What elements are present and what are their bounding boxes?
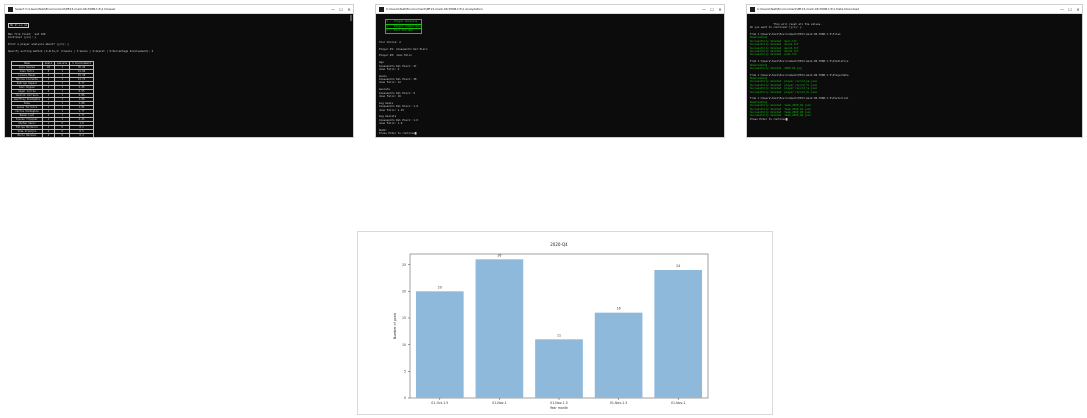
bar-value-label: 11 xyxy=(557,333,561,337)
chart-title: 2020-Q4 xyxy=(550,242,568,247)
minimize-button[interactable]: — xyxy=(329,7,337,12)
table-cell: 0.4 xyxy=(69,133,94,137)
console-line: Specify sorting method (1:Alfa,2: 2:Goal… xyxy=(8,49,154,53)
maximize-button[interactable]: ☐ xyxy=(1066,7,1074,12)
x-tick-label: 01-Nov-1.5 xyxy=(610,401,628,405)
terminal-window-comparison[interactable]: C:\Users\Test\Environment\PE13-mai2-06-T… xyxy=(376,5,724,137)
maximize-button[interactable]: ☐ xyxy=(337,7,345,12)
bar-value-label: 26 xyxy=(497,253,501,257)
close-button[interactable]: ✕ xyxy=(345,7,353,12)
bar xyxy=(654,270,703,398)
x-tick-label: 01-Nov-1 xyxy=(492,401,507,405)
terminal-window-download[interactable]: C:\Users\Test\Environment\PE13-mai2-06-T… xyxy=(747,5,1082,137)
terminal-window-analysis[interactable]: Select C:\Users\Test\Environment\PE13-ma… xyxy=(5,5,353,137)
bar xyxy=(594,312,643,398)
table-cell: Yannick Carrasco xyxy=(11,93,43,99)
console-output: This will reset all the values. Do you wa… xyxy=(747,14,1082,130)
menu-item: 3 - Exit the app xyxy=(386,29,421,33)
y-tick-label: 25 xyxy=(402,263,406,267)
window-title: C:\Users\Test\Environment\PE13-mai2-06-T… xyxy=(757,7,860,11)
console-output: Ok 1\ Lo ok Max file found: and 166 Contin… xyxy=(5,14,353,137)
window-title: Select C:\Users\Test\Environment\PE13-ma… xyxy=(15,7,116,11)
close-button[interactable]: ✕ xyxy=(1074,7,1082,12)
table-cell: Mario Hermoso xyxy=(11,133,43,137)
terminal-icon xyxy=(379,6,384,12)
player-table: Name Goals Assists% Involvement Luis Suare… xyxy=(11,61,94,137)
console-line: Press Enter to continue█ xyxy=(750,117,788,121)
bar-value-label: 16 xyxy=(617,307,621,311)
y-tick-label: 0 xyxy=(404,396,406,400)
terminal-icon xyxy=(750,6,755,12)
title-bar[interactable]: Select C:\Users\Test\Environment\PE13-ma… xyxy=(5,5,353,14)
chart-panel: 2020-Q4 0 5 10 15 20 25 Number of goals 20 01-Oct… xyxy=(357,231,773,415)
bar xyxy=(535,339,583,398)
bar-chart: 2020-Q4 0 5 10 15 20 25 Number of goals 20 01-Oct… xyxy=(393,242,709,410)
console-output: 1 - Player analysis 2 - Player compariso… xyxy=(376,14,724,137)
table-cell: 0 xyxy=(54,133,71,137)
table-row: Mario Hermoso 1 0 0.4 xyxy=(11,133,94,137)
title-bar[interactable]: C:\Users\Test\Environment\PE13-mai2-06-T… xyxy=(376,5,724,14)
console-line: Ok 1\ Lo ok xyxy=(8,22,30,29)
scrollbar[interactable] xyxy=(350,15,352,21)
y-tick-label: 20 xyxy=(402,290,406,294)
x-axis-label: Year month xyxy=(550,406,568,410)
window-title: C:\Users\Test\Environment\PE13-mai2-06-T… xyxy=(386,7,483,11)
console-line: Press Enter to continue█ xyxy=(379,132,417,136)
table-header: % Involvement xyxy=(69,61,94,67)
y-axis-label: Number of goals xyxy=(393,312,397,339)
bar xyxy=(415,291,464,398)
x-tick-label: 01-Oct-1.5 xyxy=(431,401,448,405)
bar-value-label: 20 xyxy=(438,285,442,289)
table-cell: Geoffrey Kondogbia xyxy=(11,97,43,103)
minimize-button[interactable]: — xyxy=(700,7,708,12)
minimize-button[interactable]: — xyxy=(1058,7,1066,12)
terminal-icon xyxy=(8,6,13,12)
y-tick-label: 5 xyxy=(404,370,406,374)
close-button[interactable]: ✕ xyxy=(716,7,724,12)
bar xyxy=(475,259,524,398)
table-cell: Carlos Kondogbia xyxy=(11,109,43,115)
y-tick-label: 10 xyxy=(402,343,406,347)
title-bar[interactable]: C:\Users\Test\Environment\PE13-mai2-06-T… xyxy=(747,5,1082,14)
maximize-button[interactable]: ☐ xyxy=(708,7,716,12)
y-tick-label: 15 xyxy=(402,316,406,320)
bar-value-label: 24 xyxy=(676,264,680,268)
x-tick-label: 01-Nov-1.5 xyxy=(550,401,568,405)
table-cell: 1 xyxy=(41,133,56,137)
x-tick-label: 01-Nov-1 xyxy=(671,401,686,405)
